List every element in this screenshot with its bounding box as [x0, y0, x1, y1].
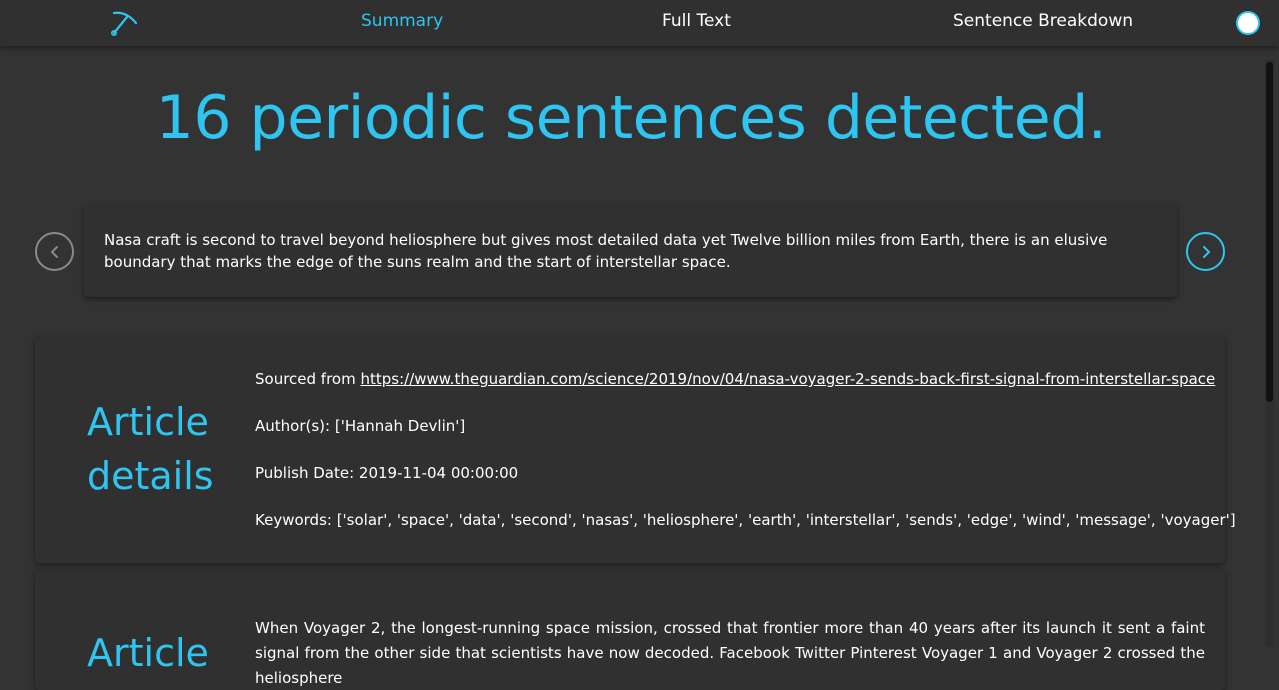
- article-text-body: When Voyager 2, the longest-running spac…: [255, 619, 1205, 687]
- keywords-line: Keywords: ['solar', 'space', 'data', 'se…: [255, 511, 1236, 529]
- sentence-card: Nasa craft is second to travel beyond he…: [84, 205, 1177, 297]
- top-navbar: Summary Full Text Sentence Breakdown: [0, 0, 1279, 46]
- nav-full-text-tab[interactable]: Full Text: [662, 11, 731, 31]
- publish-date-line: Publish Date: 2019-11-04 00:00:00: [255, 464, 519, 482]
- article-details-heading-line1: Article: [87, 400, 209, 444]
- page-headline: 16 periodic sentences detected.: [155, 83, 1107, 153]
- source-label: Sourced from: [255, 370, 361, 388]
- article-details-heading-line2: details: [87, 454, 214, 498]
- scrollbar-thumb[interactable]: [1266, 62, 1273, 402]
- article-details-card: Article details Sourced from https://www…: [35, 336, 1236, 563]
- source-line: Sourced from https://www.theguardian.com…: [255, 369, 1215, 389]
- pickaxe-icon[interactable]: [108, 7, 140, 39]
- chevron-right-icon: [1202, 245, 1210, 258]
- source-link[interactable]: https://www.theguardian.com/science/2019…: [360, 370, 1215, 388]
- theme-toggle[interactable]: [1236, 11, 1260, 35]
- article-text-heading: Article: [87, 631, 209, 675]
- sentence-text: Nasa craft is second to travel beyond he…: [104, 231, 1108, 271]
- carousel-prev-button[interactable]: [35, 232, 74, 271]
- carousel-next-button[interactable]: [1186, 232, 1225, 271]
- nav-sentence-breakdown-tab[interactable]: Sentence Breakdown: [953, 11, 1133, 31]
- nav-summary-tab[interactable]: Summary: [361, 11, 443, 31]
- article-text-card: Article When Voyager 2, the longest-runn…: [35, 570, 1225, 690]
- authors-line: Author(s): ['Hannah Devlin']: [255, 417, 466, 435]
- chevron-left-icon: [50, 245, 58, 258]
